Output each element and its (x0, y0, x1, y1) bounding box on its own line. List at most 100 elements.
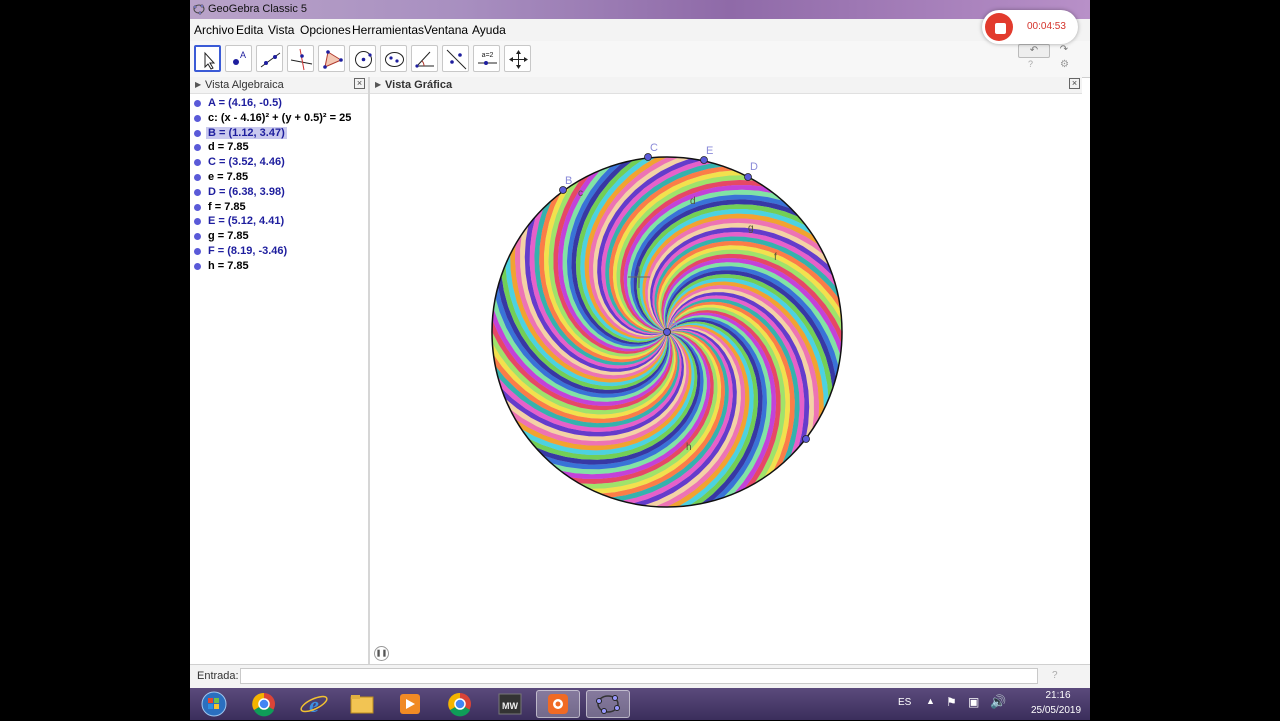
taskbar-media-player[interactable] (390, 690, 430, 718)
algebra-item[interactable]: F = (8.19, -3.46) (190, 244, 368, 259)
menu-vista[interactable]: Vista (268, 23, 294, 37)
input-help-icon[interactable]: ? (1052, 670, 1058, 681)
label-a: A (670, 317, 678, 329)
network-icon[interactable]: ▣ (968, 695, 979, 709)
move-view-tool-button[interactable] (504, 45, 531, 72)
point-tool-button[interactable]: A (225, 45, 252, 72)
close-algebra-view-icon[interactable]: × (354, 78, 365, 89)
visibility-toggle-icon[interactable] (194, 203, 201, 211)
ellipse-tool-button[interactable] (380, 45, 407, 72)
taskbar-screen-recorder[interactable] (536, 690, 580, 718)
stop-recording-button[interactable] (985, 13, 1013, 41)
reflect-tool-button[interactable] (442, 45, 469, 72)
menu-archivo[interactable]: Archivo (194, 23, 234, 37)
point-b[interactable] (559, 186, 567, 194)
redo-button[interactable]: ↷ (1052, 44, 1076, 56)
show-hidden-icons-icon[interactable]: ▲ (926, 696, 935, 706)
pause-animation-button[interactable]: ❚❚ (374, 646, 389, 661)
reflect-tool-icon (446, 49, 467, 70)
perpendicular-tool-button[interactable] (287, 45, 314, 72)
visibility-toggle-icon[interactable] (194, 233, 201, 241)
menu-opciones[interactable]: Opciones (300, 23, 351, 37)
taskbar-file-explorer[interactable] (342, 690, 382, 718)
algebra-item[interactable]: h = 7.85 (190, 259, 368, 274)
menu-edita[interactable]: Edita (236, 23, 263, 37)
angle-tool-button[interactable] (411, 45, 438, 72)
menu-ayuda[interactable]: Ayuda (472, 23, 506, 37)
title-bar[interactable]: GeoGebra Classic 5 (190, 0, 1090, 19)
gear-icon[interactable]: ⚙ (1060, 59, 1069, 70)
taskbar-game[interactable]: MW (490, 690, 530, 718)
visibility-toggle-icon[interactable] (194, 159, 201, 167)
algebra-item-text: E = (5.12, 4.41) (208, 215, 285, 228)
volume-icon[interactable]: 🔊 (990, 694, 1006, 710)
taskbar-chrome[interactable] (244, 690, 284, 718)
visibility-toggle-icon[interactable] (194, 174, 201, 181)
algebra-item[interactable]: D = (6.38, 3.98) (190, 185, 368, 200)
line-tool-icon (260, 52, 281, 68)
slider-tool-button[interactable]: a=2 (473, 45, 500, 72)
undo-button[interactable]: ↶ (1018, 44, 1050, 58)
polygon-tool-icon (323, 50, 343, 69)
point-e[interactable] (700, 156, 708, 164)
geogebra-icon (596, 695, 620, 714)
help-icon[interactable]: ? (1028, 59, 1033, 69)
visibility-toggle-icon[interactable] (194, 262, 201, 270)
clock-time[interactable]: 21:16 (1028, 690, 1088, 701)
svg-text:A: A (240, 50, 246, 60)
graphics-view[interactable]: ▶ Vista Gráfica × A B C E D c d g f h (370, 77, 1082, 664)
algebra-item[interactable]: d = 7.85 (190, 140, 368, 155)
move-tool-button[interactable] (194, 45, 221, 72)
circle-tool-icon (355, 51, 372, 68)
algebra-item-text: F = (8.19, -3.46) (208, 245, 288, 257)
taskbar-chrome-2[interactable] (440, 690, 480, 718)
visibility-toggle-icon[interactable] (194, 188, 201, 196)
start-button[interactable] (194, 690, 234, 718)
algebra-item[interactable]: E = (5.12, 4.41) (190, 214, 368, 229)
algebra-item[interactable]: f = 7.85 (190, 200, 368, 215)
point-f[interactable] (802, 435, 810, 443)
close-graphics-view-icon[interactable]: × (1069, 78, 1080, 89)
algebra-item[interactable]: c: (x - 4.16)² + (y + 0.5)² = 25 (190, 111, 368, 126)
taskbar: e MW ES ▲ ⚑ ▣ 🔊 21:16 25/05/2019 (190, 688, 1090, 720)
visibility-toggle-icon[interactable] (194, 144, 201, 152)
algebra-item[interactable]: A = (4.16, -0.5) (190, 96, 368, 111)
graphics-view-title: Vista Gráfica (385, 79, 453, 91)
point-d[interactable] (744, 173, 752, 181)
circle-tool-button[interactable] (349, 45, 376, 72)
algebra-view-header: ▶ Vista Algebraica × (190, 77, 368, 94)
stop-icon (995, 23, 1006, 34)
taskbar-internet-explorer[interactable]: e (294, 690, 334, 718)
input-field[interactable] (240, 668, 1038, 684)
clock-date[interactable]: 25/05/2019 (1016, 705, 1096, 716)
algebra-view: ▶ Vista Algebraica × A = (4.16, -0.5) c: … (190, 77, 370, 664)
menu-herramientas[interactable]: Herramientas (352, 23, 424, 37)
taskbar-geogebra[interactable] (586, 690, 630, 718)
point-a[interactable] (663, 328, 671, 336)
label-b: B (565, 175, 572, 187)
algebra-item-text: B = (1.12, 3.47) (206, 126, 287, 139)
language-indicator[interactable]: ES (898, 697, 911, 708)
visibility-toggle-icon[interactable] (194, 129, 201, 137)
algebra-item[interactable]: g = 7.85 (190, 229, 368, 244)
polygon-tool-button[interactable] (318, 45, 345, 72)
panel-collapse-icon[interactable]: ▶ (375, 80, 381, 89)
point-c[interactable] (644, 153, 652, 161)
svg-text:e: e (309, 692, 319, 717)
move-view-tool-icon (509, 50, 528, 69)
algebra-item[interactable]: B = (1.12, 3.47) (190, 126, 368, 141)
visibility-toggle-icon[interactable] (194, 100, 201, 107)
label-c: C (650, 142, 658, 154)
visibility-toggle-icon[interactable] (194, 114, 201, 122)
geometry-canvas[interactable]: A B C E D c d g f h (370, 93, 1082, 664)
visibility-toggle-icon[interactable] (194, 218, 201, 226)
action-center-flag-icon[interactable]: ⚑ (946, 695, 957, 709)
visibility-toggle-icon[interactable] (194, 248, 201, 255)
line-tool-button[interactable] (256, 45, 283, 72)
algebra-item[interactable]: e = 7.85 (190, 170, 368, 185)
algebra-item-text: e = 7.85 (208, 171, 249, 183)
algebra-item-text: C = (3.52, 4.46) (208, 156, 285, 169)
algebra-item[interactable]: C = (3.52, 4.46) (190, 155, 368, 170)
panel-collapse-icon[interactable]: ▶ (195, 80, 201, 89)
menu-ventana[interactable]: Ventana (424, 23, 468, 37)
